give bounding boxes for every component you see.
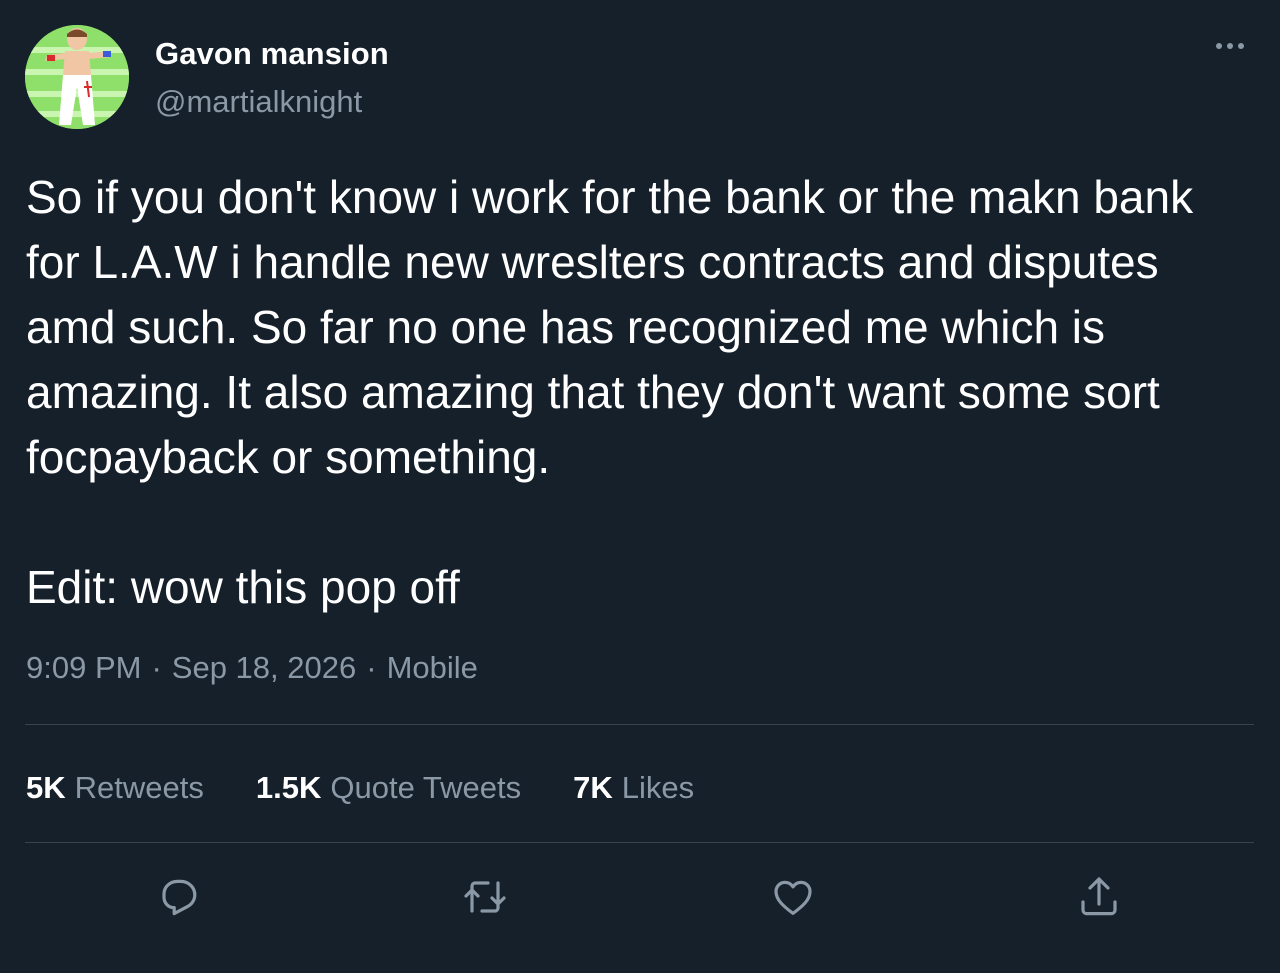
- avatar-wrestler-image: [25, 25, 129, 129]
- heart-icon: [774, 880, 812, 915]
- like-button[interactable]: [766, 870, 820, 924]
- separator: ·: [151, 650, 162, 685]
- likes-label: Likes: [621, 770, 695, 805]
- divider: [25, 842, 1254, 843]
- display-name[interactable]: Gavon mansion: [155, 35, 389, 73]
- retweet-icon: [464, 881, 506, 913]
- tweet-date[interactable]: Sep 18, 2026: [172, 648, 356, 688]
- engagement-stats: 5K Retweets 1.5K Quote Tweets 7K Likes: [26, 766, 746, 810]
- reply-icon: [162, 879, 197, 916]
- tweet-header: Gavon mansion @martialknight: [25, 25, 389, 130]
- reply-button[interactable]: [152, 870, 206, 924]
- likes-stat[interactable]: 7K Likes: [573, 770, 694, 806]
- separator: ·: [366, 650, 377, 685]
- user-handle[interactable]: @martialknight: [155, 83, 389, 121]
- retweets-count: 5K: [26, 770, 66, 805]
- retweets-stat[interactable]: 5K Retweets: [26, 770, 204, 806]
- tweet-time[interactable]: 9:09 PM: [26, 648, 141, 688]
- divider: [25, 724, 1254, 725]
- tweet-text: So if you don't know i work for the bank…: [26, 171, 1194, 613]
- retweets-label: Retweets: [74, 770, 204, 805]
- avatar[interactable]: [25, 25, 129, 129]
- tweet-actions: [0, 870, 1280, 924]
- tweet-source: Mobile: [386, 650, 478, 685]
- tweet-detail: Gavon mansion @martialknight So if you d…: [0, 0, 1280, 973]
- quote-tweets-label: Quote Tweets: [330, 770, 522, 805]
- share-button[interactable]: [1072, 870, 1126, 924]
- tweet-metadata: 9:09 PM · Sep 18, 2026 · Mobile: [26, 648, 478, 688]
- more-horizontal-icon: [1216, 43, 1222, 49]
- retweet-button[interactable]: [458, 870, 512, 924]
- author-names: Gavon mansion @martialknight: [155, 25, 389, 121]
- quote-tweets-stat[interactable]: 1.5K Quote Tweets: [256, 770, 521, 806]
- quote-tweets-count: 1.5K: [255, 770, 322, 805]
- more-horizontal-icon: [1238, 43, 1244, 49]
- more-horizontal-icon: [1227, 43, 1233, 49]
- share-icon: [1081, 877, 1117, 916]
- likes-count: 7K: [573, 770, 613, 805]
- more-options-button[interactable]: [1210, 34, 1250, 58]
